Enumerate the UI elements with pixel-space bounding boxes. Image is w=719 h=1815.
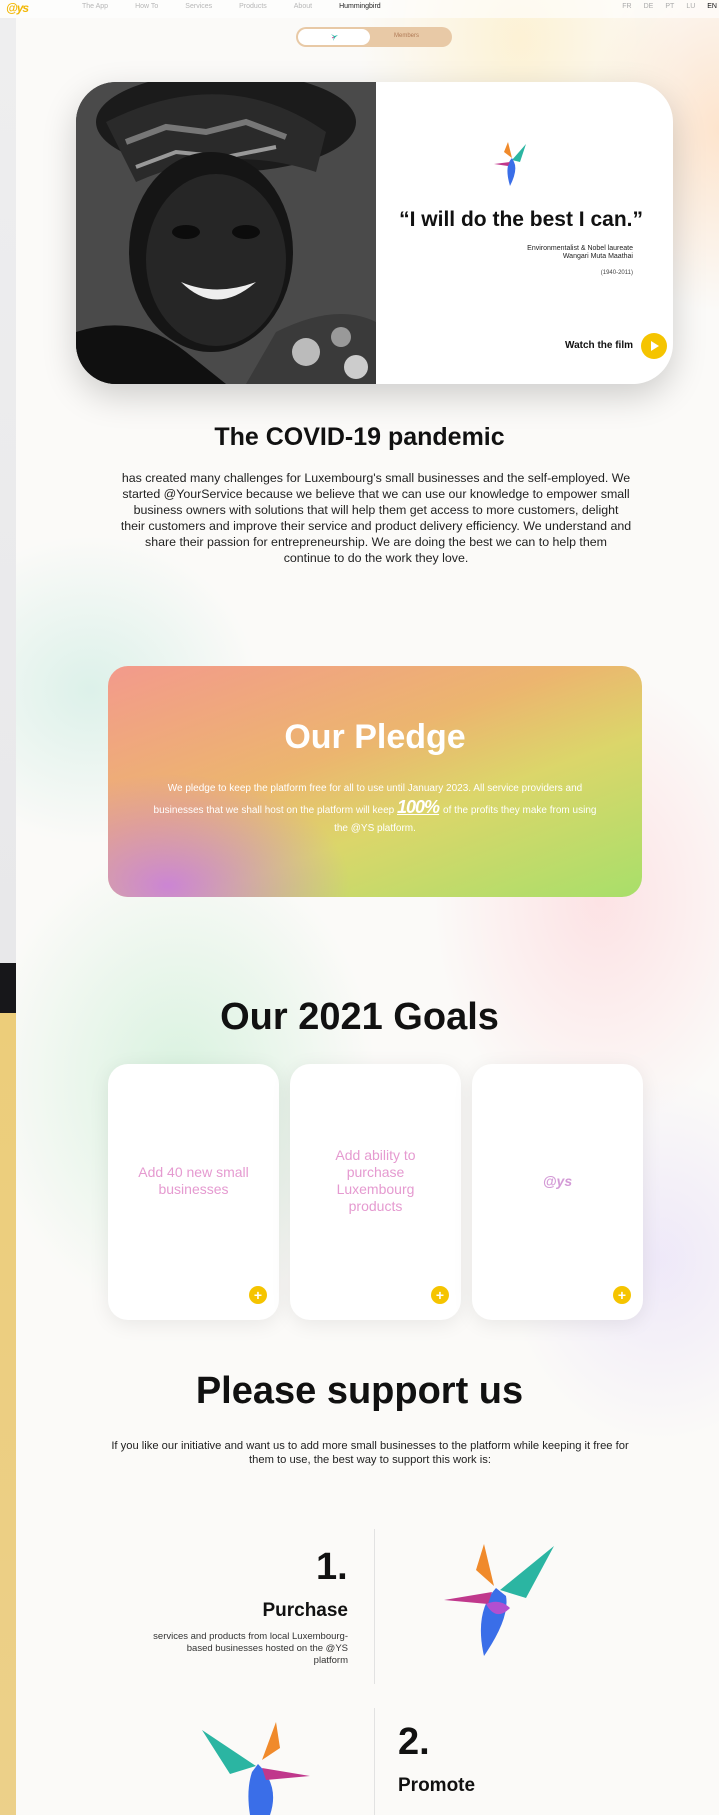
goal-card-2[interactable]: Add ability to purchase Luxembourg produ…	[290, 1064, 461, 1320]
toggle-members-label[interactable]: Members	[394, 33, 419, 39]
step-divider-2	[374, 1708, 375, 1815]
goal-text: Add ability to purchase Luxembourg produ…	[335, 1147, 416, 1214]
step-1-label: Purchase	[262, 1600, 348, 1621]
pledge-heading: Our Pledge	[284, 718, 466, 756]
left-edge-strip	[0, 18, 16, 1815]
step-2-number: 2.	[398, 1721, 430, 1763]
top-nav: @ys The App How To Services Products Abo…	[0, 0, 719, 18]
goal-logo-text: @ys	[542, 1172, 573, 1189]
quote-years: (1940-2011)	[600, 270, 633, 276]
quote-attribution-name: Wangari Muta Maathai	[562, 253, 633, 260]
language-switcher: FR DE PT LU EN	[610, 3, 717, 10]
step-2-label: Promote	[398, 1775, 476, 1796]
hero-quote: “I will do the best I can.”	[399, 208, 643, 231]
hummingbird-logo-icon	[494, 142, 526, 186]
expand-plus-button[interactable]: +	[249, 1286, 267, 1304]
expand-plus-button[interactable]: +	[431, 1286, 449, 1304]
lang-pt[interactable]: PT	[665, 3, 674, 10]
pledge-card: Our Pledge We pledge to keep the platfor…	[108, 666, 642, 897]
nav-link-the-app[interactable]: The App	[82, 3, 108, 10]
goal-card-3[interactable]: @ys +	[472, 1064, 643, 1320]
goals-heading: Our 2021 Goals	[220, 996, 499, 1038]
covid-heading: The COVID-19 pandemic	[214, 423, 505, 451]
nav-link-products[interactable]: Products	[239, 3, 267, 10]
site-logo[interactable]: @ys	[6, 1, 29, 15]
nav-link-about[interactable]: About	[294, 3, 312, 10]
quote-attribution-role: Environmentalist & Nobel laureate	[527, 245, 633, 252]
portrait-photo	[76, 82, 376, 384]
pledge-text: We pledge to keep the platform free for …	[148, 780, 602, 838]
lang-en[interactable]: EN	[707, 3, 717, 10]
nav-link-how-to[interactable]: How To	[135, 3, 158, 10]
nav-link-hummingbird[interactable]: Hummingbird	[339, 3, 381, 10]
expand-plus-button[interactable]: +	[613, 1286, 631, 1304]
play-icon	[651, 341, 659, 351]
toggle-knob[interactable]	[298, 29, 370, 45]
nav-links: The App How To Services Products About H…	[82, 3, 408, 10]
support-heading: Please support us	[195, 1370, 524, 1412]
lang-de[interactable]: DE	[644, 3, 654, 10]
hummingbird-illustration-2	[202, 1722, 310, 1815]
view-toggle[interactable]: Members	[296, 27, 452, 47]
step-divider-1	[374, 1529, 375, 1684]
hummingbird-illustration-1	[444, 1544, 554, 1656]
portrait-illustration	[76, 82, 376, 384]
play-button[interactable]	[641, 333, 667, 359]
hero-quote-card: “I will do the best I can.” Environmenta…	[76, 82, 673, 384]
covid-paragraph: has created many challenges for Luxembou…	[120, 471, 632, 565]
lang-fr[interactable]: FR	[622, 3, 631, 10]
step-1-number: 1.	[316, 1546, 348, 1588]
hummingbird-icon	[331, 34, 338, 41]
nav-link-services[interactable]: Services	[185, 3, 212, 10]
goal-card-1[interactable]: Add 40 new small businesses +	[108, 1064, 279, 1320]
support-paragraph: If you like our initiative and want us t…	[111, 1440, 629, 1466]
goal-text: Add 40 new small businesses	[138, 1164, 249, 1197]
lang-lu[interactable]: LU	[686, 3, 695, 10]
hundred-percent-emoji: 100%	[397, 797, 440, 817]
step-1-description: services and products from local Luxembo…	[153, 1631, 348, 1666]
watch-film-link[interactable]: Watch the film	[565, 340, 633, 351]
